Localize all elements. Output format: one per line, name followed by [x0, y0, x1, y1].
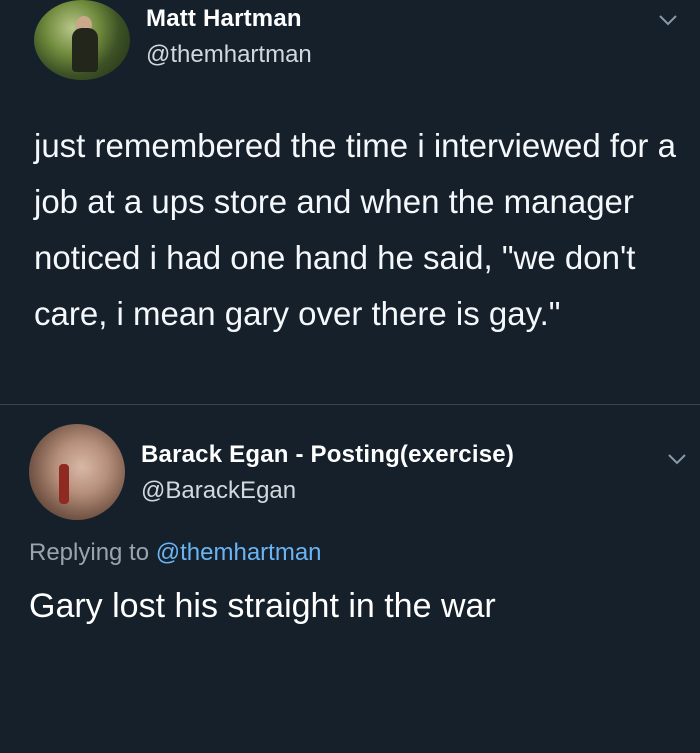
- reply-tweet[interactable]: Barack Egan - Posting(exercise) @BarackE…: [0, 415, 700, 753]
- avatar-detail-shape: [59, 464, 69, 504]
- chevron-down-icon[interactable]: [667, 453, 687, 465]
- replying-prefix: Replying to: [29, 539, 150, 566]
- author-name[interactable]: Barack Egan - Posting(exercise): [141, 441, 514, 469]
- replying-to-line: Replying to @themhartman: [29, 539, 322, 567]
- divider: [0, 404, 700, 405]
- author-handle[interactable]: @BarackEgan: [141, 477, 296, 505]
- avatar-figure-shape: [72, 28, 98, 72]
- original-tweet[interactable]: Matt Hartman @themhartman just remembere…: [0, 0, 700, 405]
- tweet-text: Gary lost his straight in the war: [29, 587, 496, 625]
- avatar[interactable]: [29, 424, 125, 520]
- author-name[interactable]: Matt Hartman: [146, 5, 302, 33]
- tweet-text: just remembered the time i interviewed f…: [34, 127, 676, 332]
- mention-link[interactable]: @themhartman: [156, 539, 322, 566]
- chevron-down-icon[interactable]: [658, 14, 678, 26]
- avatar[interactable]: [34, 0, 130, 80]
- author-handle[interactable]: @themhartman: [146, 41, 312, 69]
- tweet-thread: Matt Hartman @themhartman just remembere…: [0, 0, 700, 753]
